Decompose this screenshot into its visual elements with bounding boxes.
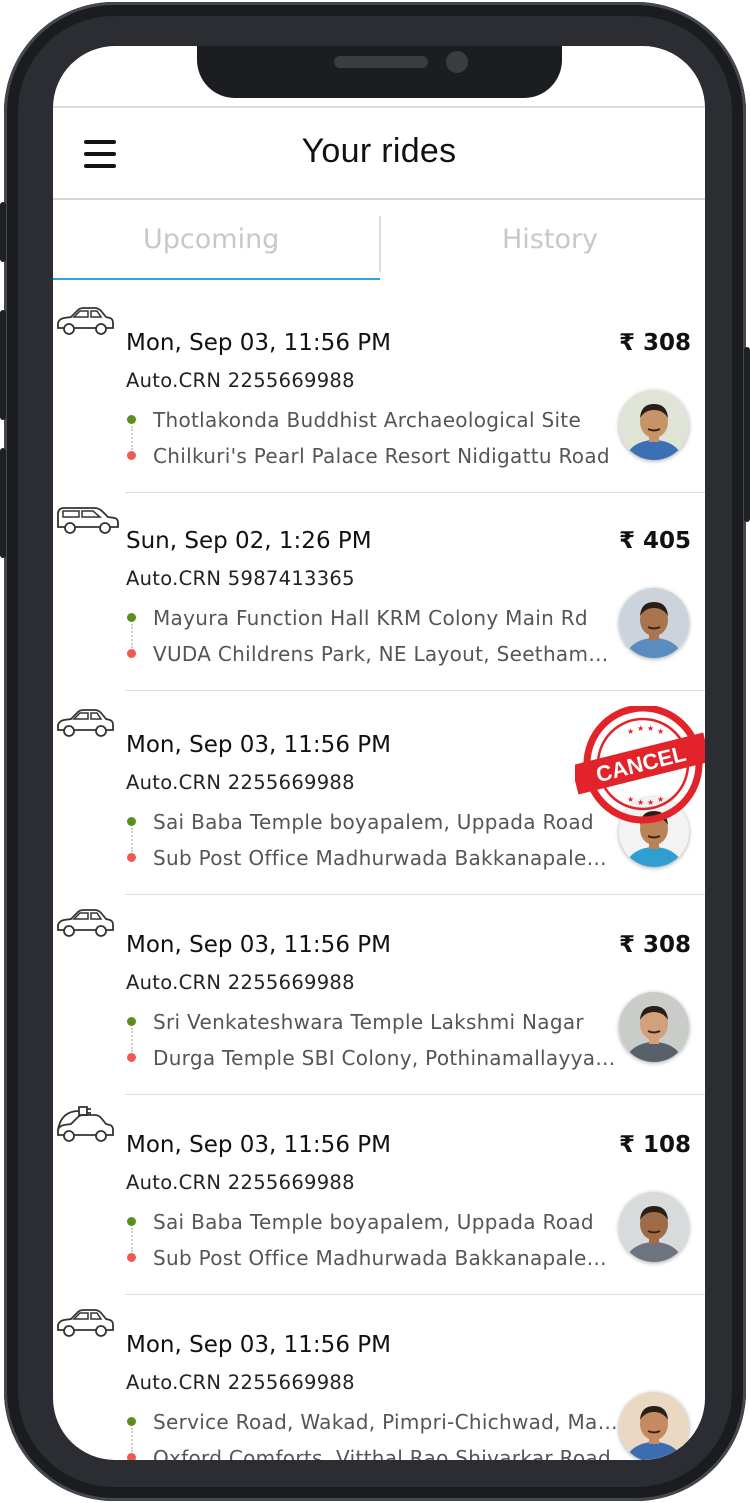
ride-date: Sun, Sep 02, 1:26 PM xyxy=(126,528,372,554)
route-line xyxy=(131,1028,133,1052)
route-line xyxy=(131,426,133,450)
electric-car-icon xyxy=(55,1102,117,1148)
pickup-dot xyxy=(127,415,136,424)
drop-dot xyxy=(127,451,136,460)
driver-avatar xyxy=(619,1392,689,1460)
sedan-car-icon xyxy=(55,304,115,344)
ride-card[interactable]: Sun, Sep 02, 1:26 PM ₹ 405 Auto.CRN 598741… xyxy=(53,490,705,691)
svg-text:★: ★ xyxy=(647,798,654,807)
pickup-address: Service Road, Wakad, Pimpri-Chichwad, Ma… xyxy=(153,1410,621,1434)
ride-date: Mon, Sep 03, 11:56 PM xyxy=(126,330,391,356)
ride-crn: Auto.CRN 2255669988 xyxy=(126,1371,355,1394)
drop-dot xyxy=(127,1453,136,1460)
ride-tabs: Upcoming History xyxy=(53,200,705,280)
ride-fare: ₹ 405 xyxy=(618,528,691,554)
ride-crn: Auto.CRN 2255669988 xyxy=(126,971,355,994)
svg-text:★: ★ xyxy=(637,724,644,733)
sedan-car-icon xyxy=(55,706,115,746)
ride-crn: Auto.CRN 5987413365 xyxy=(126,567,355,590)
pickup-address: Sai Baba Temple boyapalem, Uppada Road xyxy=(153,810,594,834)
pickup-dot xyxy=(127,613,136,622)
speaker xyxy=(334,56,428,68)
ride-divider xyxy=(125,690,705,691)
driver-avatar xyxy=(619,588,689,658)
mute-switch xyxy=(0,202,6,262)
drop-address: Sub Post Office Madhurwada Bakkanapalem … xyxy=(153,1246,621,1270)
svg-text:★: ★ xyxy=(637,798,644,807)
pickup-address: Sai Baba Temple boyapalem, Uppada Road xyxy=(153,1210,594,1234)
tab-divider xyxy=(379,216,381,272)
cancel-stamp: ★ ★ ★ ★ ★ ★ ★ ★ CANCEL xyxy=(575,706,705,824)
app-screen: Your rides Upcoming History Mon, Sep 03,… xyxy=(53,46,705,1460)
front-camera xyxy=(446,51,468,73)
svg-text:★: ★ xyxy=(627,727,634,736)
ride-fare: ₹ 108 xyxy=(618,1132,691,1158)
sedan-car-icon xyxy=(55,906,115,946)
volume-up-button xyxy=(0,310,6,420)
svg-text:★: ★ xyxy=(627,795,634,804)
drop-dot xyxy=(127,649,136,658)
ride-date: Mon, Sep 03, 11:56 PM xyxy=(126,1132,391,1158)
tab-history[interactable]: History xyxy=(502,224,598,255)
svg-text:CANCEL: CANCEL xyxy=(593,741,688,787)
ride-fare: ₹ 308 xyxy=(618,932,691,958)
pickup-address: Sri Venkateshwara Temple Lakshmi Nagar xyxy=(153,1010,584,1034)
drop-address: Chilkuri's Pearl Palace Resort Nidigattu… xyxy=(153,444,610,468)
pickup-address: Mayura Function Hall KRM Colony Main Rd xyxy=(153,606,588,630)
ride-card[interactable]: Mon, Sep 03, 11:56 PM ₹ 108 Auto.CRN 22556… xyxy=(53,1094,705,1295)
drop-dot xyxy=(127,1253,136,1262)
ride-crn: Auto.CRN 2255669988 xyxy=(126,771,355,794)
drop-address: Sub Post Office Madhurwada Bakkanapalem … xyxy=(153,846,621,870)
driver-avatar xyxy=(619,1192,689,1262)
sedan-car-icon xyxy=(55,1306,115,1346)
page-title: Your rides xyxy=(301,132,457,170)
svg-text:★: ★ xyxy=(657,727,664,736)
ride-date: Mon, Sep 03, 11:56 PM xyxy=(126,1332,391,1358)
route-line xyxy=(131,624,133,648)
svg-text:★: ★ xyxy=(647,724,654,733)
suv-car-icon xyxy=(55,502,121,542)
notch xyxy=(197,46,562,98)
phone-frame: Your rides Upcoming History Mon, Sep 03,… xyxy=(0,2,750,1501)
ride-crn: Auto.CRN 2255669988 xyxy=(126,369,355,392)
pickup-dot xyxy=(127,1017,136,1026)
ride-card[interactable]: Mon, Sep 03, 11:56 PM Auto.CRN 2255669988… xyxy=(53,1294,705,1460)
svg-text:★: ★ xyxy=(657,795,664,804)
ride-crn: Auto.CRN 2255669988 xyxy=(126,1171,355,1194)
ride-fare: ₹ 308 xyxy=(618,330,691,356)
volume-down-button xyxy=(0,448,6,558)
drop-dot xyxy=(127,1053,136,1062)
app-header: Your rides xyxy=(53,108,705,200)
driver-avatar xyxy=(619,992,689,1062)
drop-dot xyxy=(127,853,136,862)
pickup-dot xyxy=(127,1217,136,1226)
route-line xyxy=(131,1228,133,1252)
pickup-address: Thotlakonda Buddhist Archaeological Site xyxy=(153,408,582,432)
ride-date: Mon, Sep 03, 11:56 PM xyxy=(126,932,391,958)
active-tab-indicator xyxy=(53,278,380,280)
drop-address: Durga Temple SBI Colony, Pothinamallayya… xyxy=(153,1046,621,1070)
pickup-dot xyxy=(127,1417,136,1426)
ride-date: Mon, Sep 03, 11:56 PM xyxy=(126,732,391,758)
route-line xyxy=(131,1428,133,1452)
pickup-dot xyxy=(127,817,136,826)
drop-address: VUDA Childrens Park, NE Layout, Seethamm… xyxy=(153,642,621,666)
tab-upcoming[interactable]: Upcoming xyxy=(143,224,279,255)
route-line xyxy=(131,828,133,852)
drop-address: Oxford Comforts, Vitthal Rao Shivarkar R… xyxy=(153,1446,611,1460)
power-button xyxy=(744,347,750,522)
ride-card[interactable]: Mon, Sep 03, 11:56 PM ₹ 308 Auto.CRN 22556… xyxy=(53,894,705,1095)
ride-card[interactable]: Mon, Sep 03, 11:56 PM ₹ 308 Auto.CRN 22556… xyxy=(53,292,705,493)
driver-avatar xyxy=(619,390,689,460)
